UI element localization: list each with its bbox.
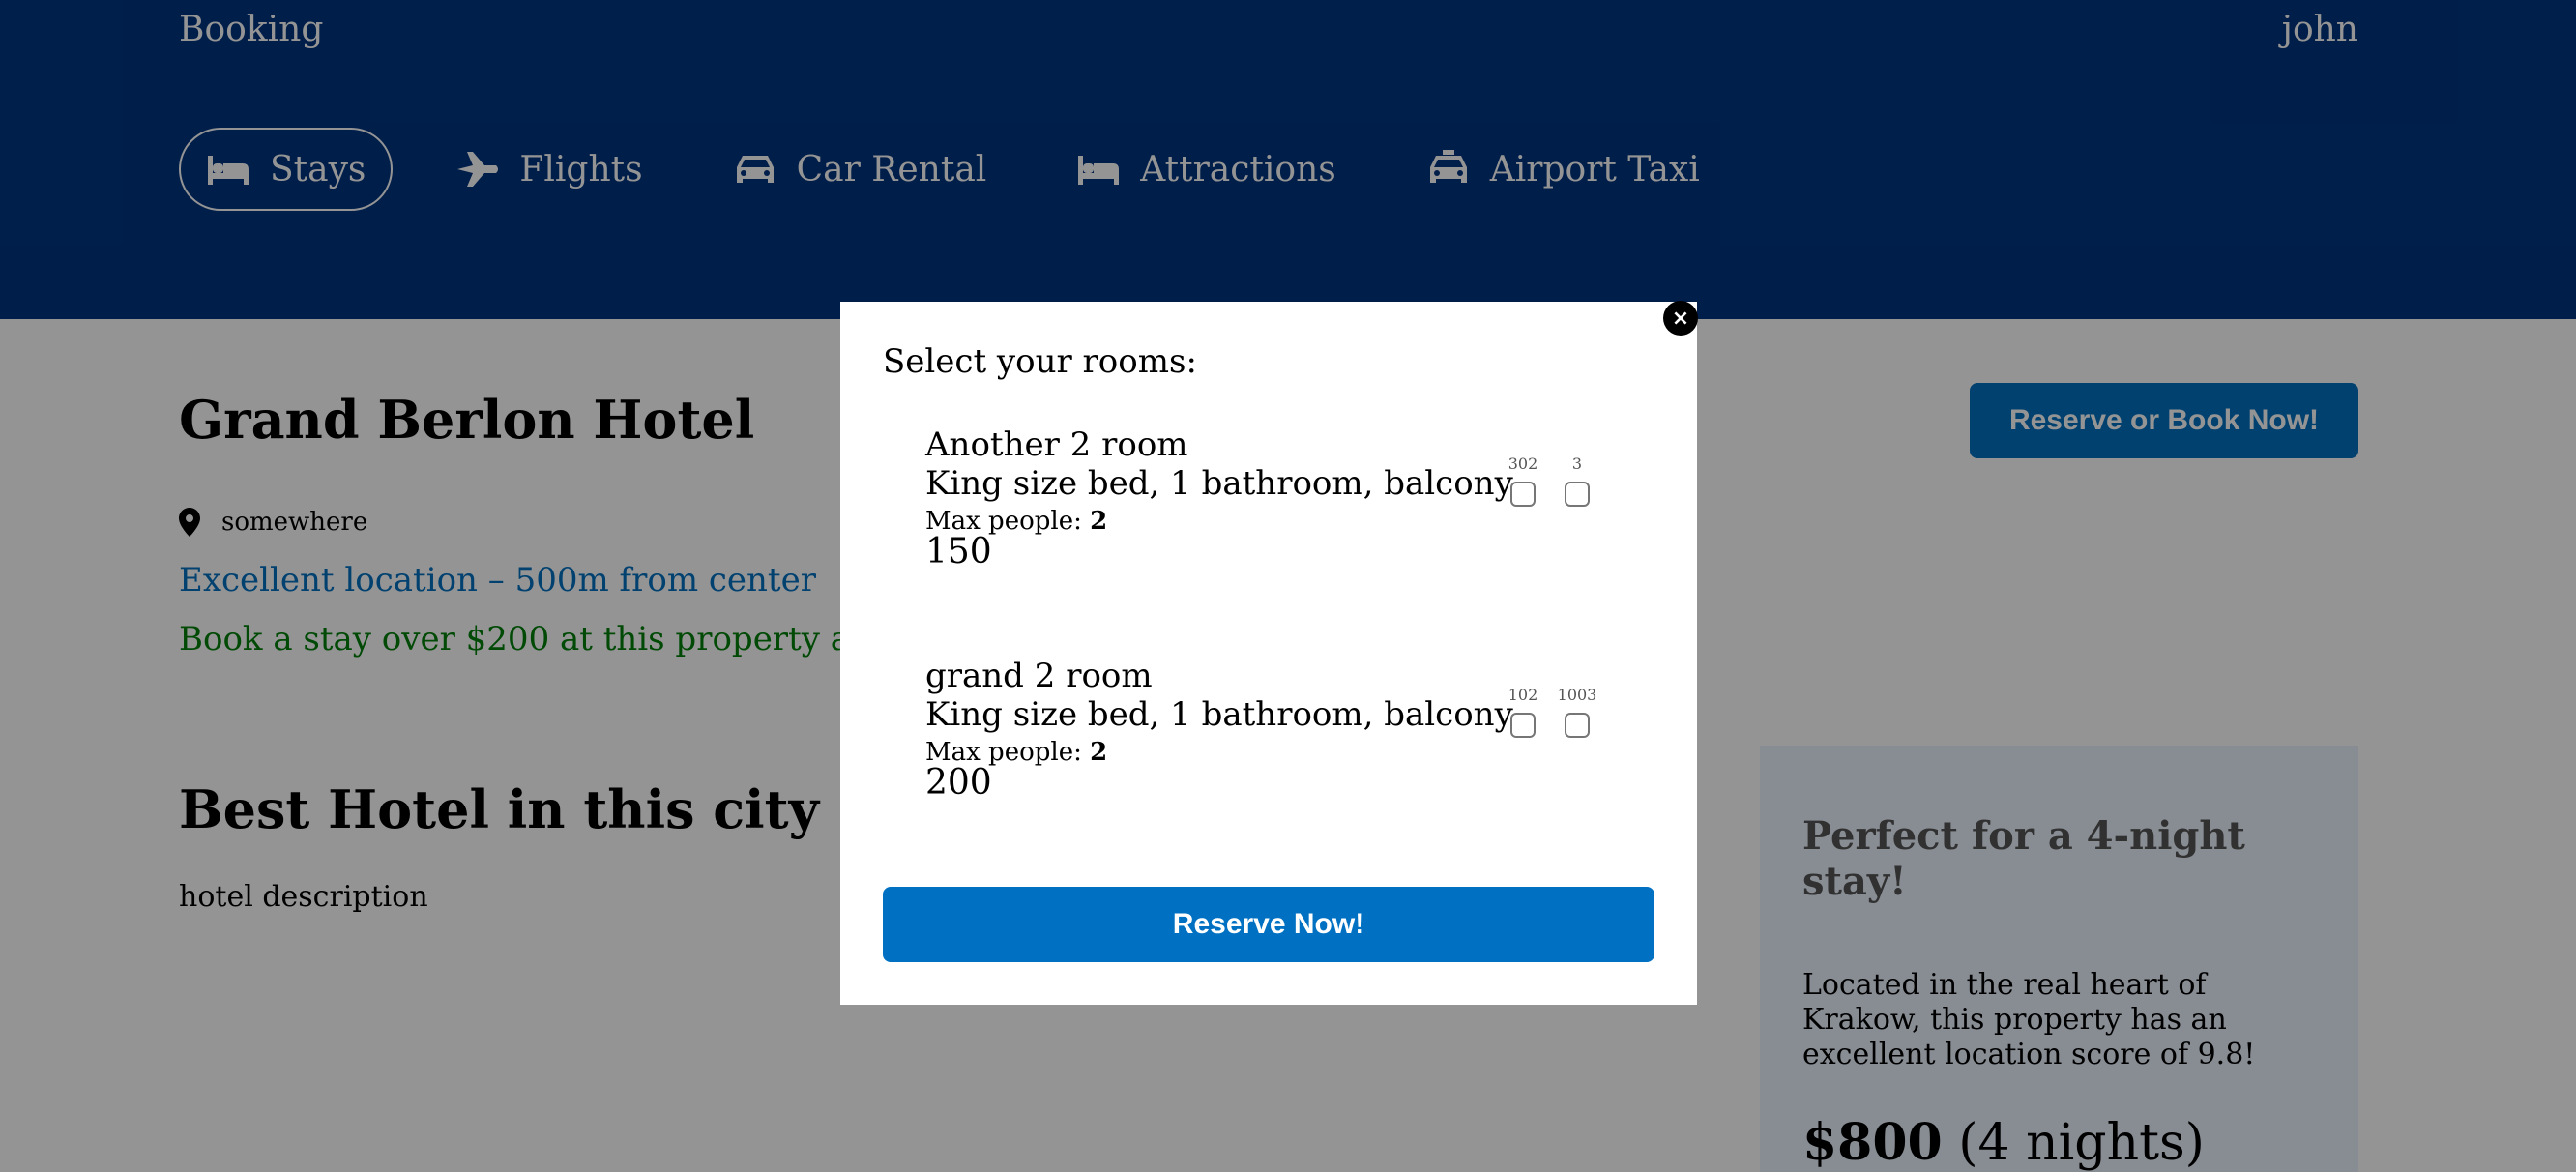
- room-checkbox[interactable]: [1510, 482, 1536, 507]
- room-price: 150: [925, 532, 992, 571]
- room-checkbox[interactable]: [1565, 482, 1590, 507]
- room-number-label: 3: [1571, 454, 1583, 473]
- room-description: King size bed, 1 bathroom, balcony: [925, 464, 1513, 503]
- room-title: grand 2 room: [925, 657, 1153, 695]
- room-number-options: 102 1003: [1506, 686, 1597, 738]
- room-number-option: 302: [1506, 454, 1540, 507]
- room-number-options: 302 3: [1506, 454, 1595, 507]
- room-option: grand 2 room King size bed, 1 bathroom, …: [925, 657, 1680, 821]
- room-number-label: 1003: [1557, 686, 1597, 704]
- room-description: King size bed, 1 bathroom, balcony: [925, 695, 1513, 734]
- room-number-option: 3: [1560, 454, 1595, 507]
- room-selection-modal: Select your rooms: Another 2 room King s…: [840, 302, 1697, 1005]
- room-number-option: 102: [1506, 686, 1540, 738]
- room-title: Another 2 room: [925, 425, 1188, 464]
- room-number-label: 302: [1508, 454, 1538, 473]
- close-icon[interactable]: ×: [1663, 301, 1698, 336]
- max-people-value: 2: [1090, 738, 1108, 767]
- room-number-option: 1003: [1557, 686, 1597, 738]
- room-checkbox[interactable]: [1565, 713, 1590, 738]
- reserve-now-button[interactable]: Reserve Now!: [883, 887, 1654, 962]
- room-checkbox[interactable]: [1510, 713, 1536, 738]
- room-option: Another 2 room King size bed, 1 bathroom…: [925, 425, 1680, 590]
- room-price: 200: [925, 763, 992, 803]
- room-number-label: 102: [1508, 686, 1538, 704]
- max-people-value: 2: [1090, 507, 1108, 536]
- modal-title: Select your rooms:: [883, 342, 1197, 381]
